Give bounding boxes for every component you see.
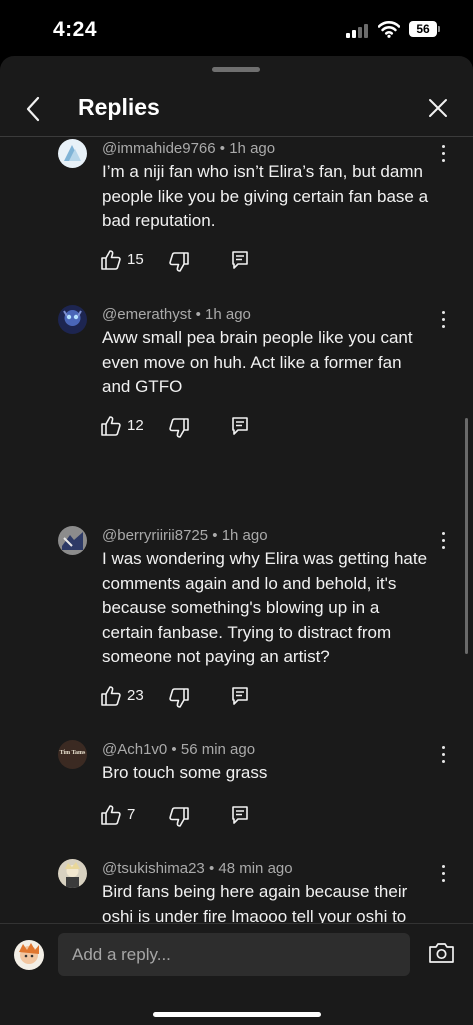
thumbs-up-icon[interactable] xyxy=(100,415,122,437)
comment-author[interactable]: @berryriirii8725 xyxy=(102,527,208,544)
thumbs-down-icon[interactable] xyxy=(168,417,190,439)
comment-list[interactable]: @immahide9766 • 1h ago I’m a niji fan wh… xyxy=(0,137,473,923)
more-options-button[interactable] xyxy=(436,143,452,165)
avatar[interactable] xyxy=(58,139,87,168)
status-time: 4:24 xyxy=(53,18,98,41)
wifi-icon xyxy=(378,21,400,38)
more-options-button[interactable] xyxy=(436,309,452,331)
reply-icon[interactable] xyxy=(230,416,250,436)
comment-time: 56 min ago xyxy=(180,741,256,758)
comment-time: 48 min ago xyxy=(218,860,293,877)
more-options-button[interactable] xyxy=(436,530,452,552)
user-avatar xyxy=(14,940,44,970)
more-options-button[interactable] xyxy=(436,744,452,766)
comment-author[interactable]: @Ach1v0 xyxy=(102,741,167,758)
comment-time: 1h ago xyxy=(205,306,251,323)
drag-handle[interactable] xyxy=(212,67,260,72)
cellular-signal-icon xyxy=(346,24,370,38)
avatar-logo-text: Tim Tams xyxy=(59,750,86,756)
avatar[interactable] xyxy=(58,305,87,334)
replies-header: Replies xyxy=(0,80,473,136)
reply-icon[interactable] xyxy=(230,805,250,825)
reply-icon[interactable] xyxy=(230,686,250,706)
battery-tip xyxy=(438,26,440,32)
comment-text: Bird fans being here again because their… xyxy=(102,882,408,923)
thumbs-up-icon[interactable] xyxy=(100,249,122,271)
comment-actions: 12 xyxy=(100,415,260,441)
avatar[interactable] xyxy=(58,526,87,555)
comment-text: Aww small pea brain people like you cant… xyxy=(102,328,413,396)
thumbs-down-icon[interactable] xyxy=(168,806,190,828)
reply-icon[interactable] xyxy=(230,250,250,270)
reply-input[interactable] xyxy=(58,933,410,976)
comment-author[interactable]: @tsukishima23 xyxy=(102,860,205,877)
comment-actions: 15 xyxy=(100,249,260,275)
comment-time: 1h ago xyxy=(221,527,268,544)
thumbs-up-icon[interactable] xyxy=(100,804,122,826)
comment-meta: @tsukishima23 • 48 min ago xyxy=(102,860,293,877)
like-count: 12 xyxy=(127,417,144,434)
more-options-button[interactable] xyxy=(436,863,452,885)
comment-meta: @Ach1v0 • 56 min ago xyxy=(102,741,256,758)
comment-actions: 7 xyxy=(100,804,260,830)
comment-author[interactable]: @emerathyst xyxy=(102,306,191,323)
avatar[interactable] xyxy=(58,859,87,888)
like-count: 15 xyxy=(127,251,144,268)
reply-composer xyxy=(0,923,473,1025)
replies-sheet: Replies @immahide9766 • 1h ago I’m a nij… xyxy=(0,56,473,1024)
comment-meta: @emerathyst • 1h ago xyxy=(102,306,251,323)
like-count: 23 xyxy=(127,687,144,704)
comment-meta: @berryriirii8725 • 1h ago xyxy=(102,527,268,544)
thumbs-down-icon[interactable] xyxy=(168,251,190,273)
status-bar: 4:24 56 xyxy=(0,0,473,60)
scrollbar[interactable] xyxy=(465,418,468,654)
comment-author[interactable]: @immahide9766 xyxy=(102,140,216,157)
comment-text: I’m a niji fan who isn’t Elira’s fan, bu… xyxy=(102,162,429,230)
battery-indicator: 56 xyxy=(409,21,437,37)
close-button[interactable] xyxy=(426,96,450,120)
camera-icon[interactable] xyxy=(428,941,455,965)
home-indicator xyxy=(153,1012,321,1017)
like-count: 7 xyxy=(127,806,136,823)
thumbs-down-icon[interactable] xyxy=(168,687,190,709)
comment-text: I was wondering why Elira was getting ha… xyxy=(102,549,428,666)
comment-text: Bro touch some grass xyxy=(102,763,268,782)
thumbs-up-icon[interactable] xyxy=(100,685,122,707)
comment-actions: 23 xyxy=(100,685,260,711)
comment-time: 1h ago xyxy=(229,140,276,157)
comment-meta: @immahide9766 • 1h ago xyxy=(102,140,276,157)
avatar[interactable]: Tim Tams xyxy=(58,740,87,769)
back-button[interactable] xyxy=(22,94,46,124)
page-title: Replies xyxy=(78,94,160,120)
